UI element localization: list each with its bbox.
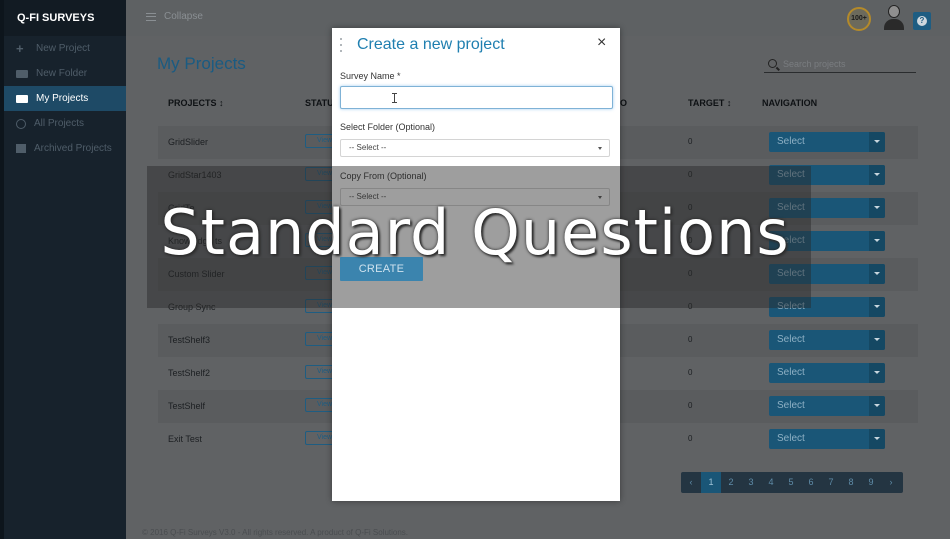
navigation-select[interactable]: Select	[769, 132, 885, 152]
folder-icon	[16, 69, 28, 78]
pagination-page-8[interactable]: 8	[841, 472, 861, 493]
caret-down-icon	[869, 363, 885, 383]
search-icon	[768, 59, 777, 68]
collapse-button[interactable]: Collapse	[146, 11, 203, 22]
survey-name-input[interactable]	[341, 87, 612, 108]
column-header-projects[interactable]: PROJECTS ↕	[168, 98, 224, 108]
sidebar-item-label: New Project	[36, 43, 90, 54]
column-header-status[interactable]: STATU	[305, 98, 334, 108]
pagination-prev[interactable]: ‹	[681, 472, 701, 493]
view-button[interactable]: View	[305, 134, 335, 148]
sidebar-item-label: New Folder	[36, 68, 88, 79]
navigation-select[interactable]: Select	[769, 330, 885, 350]
select-folder-value: -- Select --	[349, 143, 387, 152]
project-name[interactable]: TestShelf2	[168, 368, 210, 378]
search-input[interactable]	[783, 58, 913, 69]
view-button[interactable]: View	[305, 332, 335, 346]
project-name[interactable]: Exit Test	[168, 434, 202, 444]
column-header-target[interactable]: TARGET ↕	[688, 98, 731, 108]
sidebar-item-my-projects[interactable]: My Projects	[4, 86, 126, 111]
survey-name-field[interactable]	[340, 86, 613, 109]
sidebar-item-archived-projects[interactable]: Archived Projects	[4, 136, 126, 161]
project-name[interactable]: TestShelf3	[168, 335, 210, 345]
sidebar-item-all-projects[interactable]: All Projects	[4, 111, 126, 136]
project-name[interactable]: TestShelf	[168, 401, 205, 411]
target-value: 0	[688, 368, 693, 377]
sidebar-item-label: Archived Projects	[34, 143, 112, 154]
target-value: 0	[688, 137, 693, 146]
archive-icon	[16, 144, 26, 153]
search-box[interactable]	[764, 55, 916, 73]
pagination-page-9[interactable]: 9	[861, 472, 881, 493]
collapse-label: Collapse	[164, 11, 203, 22]
avatar-head-icon	[888, 5, 900, 18]
sidebar-item-new-project[interactable]: New Project	[4, 36, 126, 61]
text-cursor-icon	[392, 93, 397, 103]
select-label: Select	[777, 367, 805, 378]
overlay-caption: Standard Questions	[160, 196, 790, 269]
sidebar-item-label: My Projects	[36, 93, 89, 104]
caret-down-icon	[598, 147, 602, 150]
caret-down-icon	[869, 132, 885, 152]
modal-title: Create a new project	[357, 36, 505, 53]
navigation-select[interactable]: Select	[769, 396, 885, 416]
project-name[interactable]: GridSlider	[168, 137, 208, 147]
survey-name-label: Survey Name *	[340, 71, 401, 81]
navigation-select[interactable]: Select	[769, 363, 885, 383]
caret-down-icon	[869, 165, 885, 185]
avatar-body-icon	[884, 19, 904, 30]
copy-from-label: Copy From (Optional)	[340, 171, 427, 181]
view-button[interactable]: View	[305, 398, 335, 412]
target-value: 0	[688, 335, 693, 344]
target-value: 0	[688, 434, 693, 443]
page-title: My Projects	[157, 54, 246, 73]
pagination-page-2[interactable]: 2	[721, 472, 741, 493]
view-button[interactable]: View	[305, 365, 335, 379]
pagination-page-5[interactable]: 5	[781, 472, 801, 493]
footer-text: © 2016 Q-Fi Surveys V3.0 - All rights re…	[142, 528, 409, 537]
sidebar: Q-FI SURVEYS New Project New Folder My P…	[0, 0, 126, 539]
caret-down-icon	[869, 429, 885, 449]
help-icon: ?	[917, 16, 927, 26]
pagination-page-1[interactable]: 1	[701, 472, 721, 493]
drag-handle-icon[interactable]	[340, 38, 343, 54]
hamburger-icon	[146, 12, 156, 21]
view-button[interactable]: View	[305, 431, 335, 445]
folder-open-icon	[16, 94, 28, 103]
select-folder-label: Select Folder (Optional)	[340, 122, 436, 132]
globe-icon	[16, 118, 26, 129]
column-header-navigation: NAVIGATION	[762, 98, 818, 108]
sidebar-item-label: All Projects	[34, 118, 85, 129]
plus-icon	[16, 36, 28, 61]
pagination-page-3[interactable]: 3	[741, 472, 761, 493]
close-icon[interactable]: ×	[597, 34, 606, 52]
column-header-o[interactable]: O	[620, 98, 627, 108]
pagination-page-4[interactable]: 4	[761, 472, 781, 493]
avatar[interactable]	[883, 5, 905, 31]
pagination-next[interactable]: ›	[881, 472, 901, 493]
pagination: ‹ 1 2 3 4 5 6 7 8 9 ›	[681, 472, 903, 493]
select-label: Select	[777, 400, 805, 411]
target-value: 0	[688, 401, 693, 410]
sidebar-item-new-folder[interactable]: New Folder	[4, 61, 126, 86]
pagination-page-7[interactable]: 7	[821, 472, 841, 493]
caret-down-icon	[869, 330, 885, 350]
brand-logo[interactable]: Q-FI SURVEYS	[4, 0, 126, 36]
select-label: Select	[777, 334, 805, 345]
caret-down-icon	[869, 297, 885, 317]
select-label: Select	[777, 136, 805, 147]
caret-down-icon	[869, 396, 885, 416]
navigation-select[interactable]: Select	[769, 429, 885, 449]
points-badge[interactable]: 100+	[847, 7, 871, 31]
help-button[interactable]: ?	[913, 12, 931, 30]
select-folder-dropdown[interactable]: -- Select --	[340, 139, 610, 157]
pagination-page-6[interactable]: 6	[801, 472, 821, 493]
select-label: Select	[777, 433, 805, 444]
